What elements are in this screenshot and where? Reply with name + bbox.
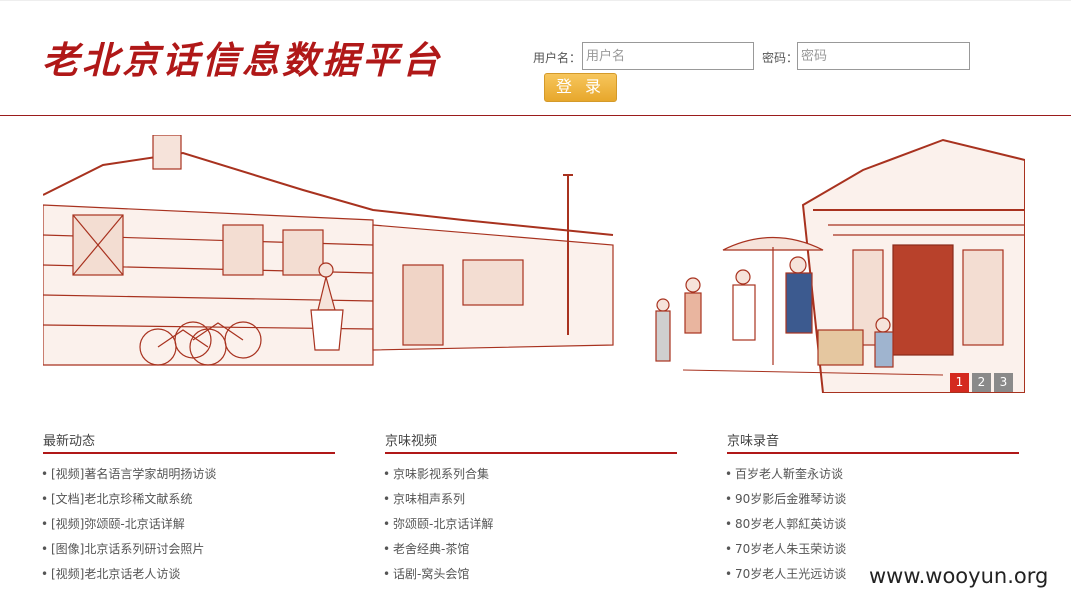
video-column-title: 京味视频: [385, 430, 677, 454]
password-input[interactable]: [797, 42, 970, 70]
list-item: [文档]老北京珍稀文献系统: [41, 489, 335, 514]
news-column: 最新动态 [视频]著名语言学家胡明扬访谈 [文档]老北京珍稀文献系统 [视频]弥…: [41, 430, 335, 589]
list-item: 70岁老人朱玉荣访谈: [725, 539, 1019, 564]
list-item: 弥颂颐-北京话详解: [383, 514, 677, 539]
audio-link[interactable]: 90岁影后金雅琴访谈: [735, 492, 846, 506]
list-item: 老舍经典-茶馆: [383, 539, 677, 564]
password-label: 密码：: [762, 51, 799, 65]
news-list: [视频]著名语言学家胡明扬访谈 [文档]老北京珍稀文献系统 [视频]弥颂颐-北京…: [41, 464, 335, 589]
news-link[interactable]: [视频]弥颂颐-北京话详解: [51, 517, 185, 531]
watermark-text: www.wooyun.org: [865, 564, 1053, 588]
page-header: 老北京话信息数据平台 用户名： 密码： 登 录: [0, 0, 1071, 116]
news-link[interactable]: [图像]北京话系列研讨会照片: [51, 542, 204, 556]
list-item: 话剧-窝头会馆: [383, 564, 677, 589]
carousel-dot-1[interactable]: 1: [950, 373, 969, 392]
list-item: [视频]老北京话老人访谈: [41, 564, 335, 589]
news-link[interactable]: [视频]老北京话老人访谈: [51, 567, 180, 581]
username-input[interactable]: [582, 42, 754, 70]
news-link[interactable]: [视频]著名语言学家胡明扬访谈: [51, 467, 216, 481]
list-item: [视频]著名语言学家胡明扬访谈: [41, 464, 335, 489]
list-item: 90岁影后金雅琴访谈: [725, 489, 1019, 514]
audio-link[interactable]: 80岁老人郭紅英访谈: [735, 517, 846, 531]
carousel-dot-3[interactable]: 3: [994, 373, 1013, 392]
video-column: 京味视频 京味影视系列合集 京味相声系列 弥颂颐-北京话详解 老舍经典-茶馆 话…: [383, 430, 677, 589]
username-label: 用户名：: [533, 51, 582, 65]
list-item: [图像]北京话系列研讨会照片: [41, 539, 335, 564]
video-link[interactable]: 老舍经典-茶馆: [393, 542, 469, 556]
audio-column-title: 京味录音: [727, 430, 1019, 454]
audio-link[interactable]: 70岁老人王光远访谈: [735, 567, 846, 581]
video-link[interactable]: 弥颂颐-北京话详解: [393, 517, 493, 531]
banner-carousel[interactable]: [43, 135, 1025, 393]
audio-link[interactable]: 百岁老人靳奎永访谈: [735, 467, 843, 481]
list-item: 80岁老人郭紅英访谈: [725, 514, 1019, 539]
site-logo[interactable]: 老北京话信息数据平台: [42, 30, 442, 84]
news-link[interactable]: [文档]老北京珍稀文献系统: [51, 492, 192, 506]
carousel-dot-2[interactable]: 2: [972, 373, 991, 392]
video-link[interactable]: 话剧-窝头会馆: [393, 567, 469, 581]
hutong-illustration: [43, 135, 1025, 393]
list-item: 京味影视系列合集: [383, 464, 677, 489]
video-link[interactable]: 京味影视系列合集: [393, 467, 489, 481]
login-button[interactable]: 登 录: [544, 73, 617, 102]
list-item: 京味相声系列: [383, 489, 677, 514]
carousel-indicators: 1 2 3: [950, 373, 1013, 392]
news-column-title: 最新动态: [43, 430, 335, 454]
list-item: [视频]弥颂颐-北京话详解: [41, 514, 335, 539]
video-link[interactable]: 京味相声系列: [393, 492, 465, 506]
list-item: 百岁老人靳奎永访谈: [725, 464, 1019, 489]
video-list: 京味影视系列合集 京味相声系列 弥颂颐-北京话详解 老舍经典-茶馆 话剧-窝头会…: [383, 464, 677, 589]
audio-link[interactable]: 70岁老人朱玉荣访谈: [735, 542, 846, 556]
